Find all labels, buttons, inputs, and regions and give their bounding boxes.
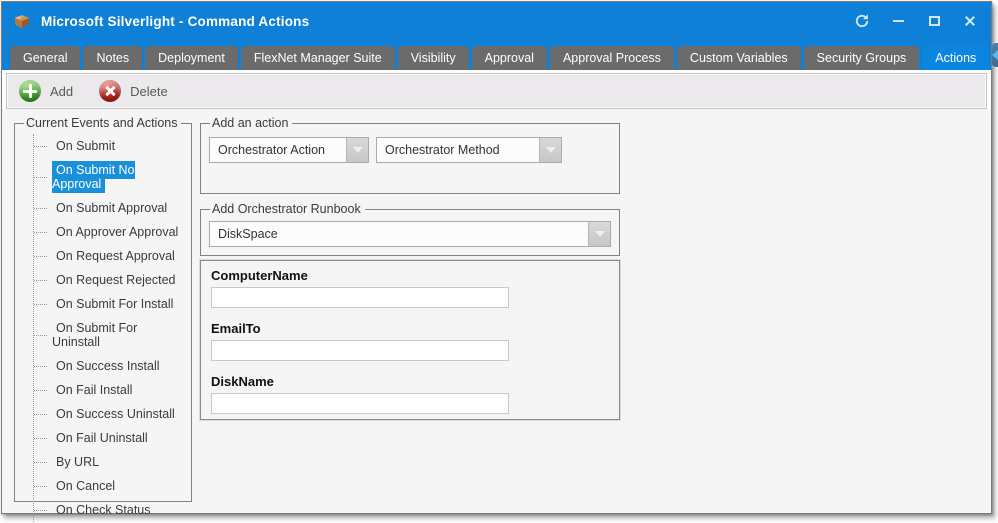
tab-visibility[interactable]: Visibility xyxy=(398,46,469,71)
runbook-dropdown[interactable]: DiskSpace xyxy=(209,221,611,247)
events-panel-title: Current Events and Actions xyxy=(24,116,181,130)
computername-input[interactable] xyxy=(211,287,509,308)
scroll-left-icon[interactable] xyxy=(992,50,998,60)
tree-item-on-check-status[interactable]: On Check Status xyxy=(34,498,183,522)
minimize-button[interactable] xyxy=(887,10,909,32)
tab-custom-variables[interactable]: Custom Variables xyxy=(677,46,801,71)
tree-item-on-submit-approval[interactable]: On Submit Approval xyxy=(34,196,183,220)
tree-item-on-request-approval[interactable]: On Request Approval xyxy=(34,244,183,268)
tree-item-on-submit-for-install[interactable]: On Submit For Install xyxy=(34,292,183,316)
toolbar-band: Add Delete xyxy=(2,70,991,109)
toolbar: Add Delete xyxy=(6,73,987,109)
diskname-label: DiskName xyxy=(211,374,609,389)
minimize-icon xyxy=(893,20,904,22)
tab-general[interactable]: General xyxy=(10,46,80,71)
tab-scroll-control xyxy=(992,43,998,67)
tab-flexnet-manager-suite[interactable]: FlexNet Manager Suite xyxy=(241,46,395,71)
action-config-column: Add an action Orchestrator Action Orches… xyxy=(200,116,620,420)
maximize-button[interactable] xyxy=(923,10,945,32)
runbook-value: DiskSpace xyxy=(210,227,588,241)
refresh-icon[interactable] xyxy=(851,10,873,32)
tree-item-by-url[interactable]: By URL xyxy=(34,450,183,474)
title-bar: Microsoft Silverlight - Command Actions xyxy=(2,2,991,40)
orchestrator-method-value: Orchestrator Method xyxy=(377,143,539,157)
delete-button[interactable]: Delete xyxy=(99,80,168,102)
tab-notes[interactable]: Notes xyxy=(83,46,142,71)
chevron-down-icon[interactable] xyxy=(346,138,368,162)
computername-field-group: ComputerName xyxy=(211,268,609,308)
tree-item-on-cancel[interactable]: On Cancel xyxy=(34,474,183,498)
chevron-down-icon[interactable] xyxy=(588,222,610,246)
runbook-panel-title: Add Orchestrator Runbook xyxy=(210,202,365,216)
chevron-down-icon[interactable] xyxy=(539,138,561,162)
add-button-label: Add xyxy=(50,84,73,99)
window-title: Microsoft Silverlight - Command Actions xyxy=(41,14,309,29)
delete-x-icon xyxy=(99,80,121,102)
computername-label: ComputerName xyxy=(211,268,609,283)
tree-item-on-fail-install[interactable]: On Fail Install xyxy=(34,378,183,402)
tree-item-on-request-rejected[interactable]: On Request Rejected xyxy=(34,268,183,292)
tree-item-on-success-uninstall[interactable]: On Success Uninstall xyxy=(34,402,183,426)
events-tree: On Submit On Submit No Approval On Submi… xyxy=(33,134,183,522)
delete-button-label: Delete xyxy=(130,84,168,99)
orchestrator-action-dropdown[interactable]: Orchestrator Action xyxy=(209,137,369,163)
runbook-parameters-panel: ComputerName EmailTo DiskName xyxy=(200,260,620,420)
main-content: Current Events and Actions On Submit On … xyxy=(2,109,991,513)
close-icon xyxy=(964,15,976,27)
emailto-field-group: EmailTo xyxy=(211,321,609,361)
orchestrator-method-dropdown[interactable]: Orchestrator Method xyxy=(376,137,562,163)
tab-deployment[interactable]: Deployment xyxy=(145,46,238,71)
tab-bar: General Notes Deployment FlexNet Manager… xyxy=(2,40,991,70)
tree-item-on-success-install[interactable]: On Success Install xyxy=(34,354,183,378)
tree-item-on-submit-for-uninstall[interactable]: On Submit For Uninstall xyxy=(34,316,183,354)
orchestrator-action-value: Orchestrator Action xyxy=(210,143,346,157)
tree-item-on-submit[interactable]: On Submit xyxy=(34,134,183,158)
tab-actions[interactable]: Actions xyxy=(922,46,989,71)
app-window: Microsoft Silverlight - Command Actions … xyxy=(1,1,992,514)
close-button[interactable] xyxy=(959,10,981,32)
tree-item-on-fail-uninstall[interactable]: On Fail Uninstall xyxy=(34,426,183,450)
add-plus-icon xyxy=(19,80,41,102)
maximize-icon xyxy=(929,16,940,26)
tab-approval-process[interactable]: Approval Process xyxy=(550,46,674,71)
emailto-label: EmailTo xyxy=(211,321,609,336)
tab-security-groups[interactable]: Security Groups xyxy=(804,46,920,71)
add-action-panel: Add an action Orchestrator Action Orches… xyxy=(200,116,620,194)
package-icon xyxy=(12,12,32,30)
runbook-panel: Add Orchestrator Runbook DiskSpace xyxy=(200,202,620,256)
window-controls xyxy=(851,10,981,32)
add-button[interactable]: Add xyxy=(19,80,73,102)
diskname-field-group: DiskName xyxy=(211,374,609,414)
action-combo-row: Orchestrator Action Orchestrator Method xyxy=(209,137,611,163)
events-panel: Current Events and Actions On Submit On … xyxy=(14,116,192,502)
tab-approval[interactable]: Approval xyxy=(472,46,547,71)
add-action-panel-title: Add an action xyxy=(210,116,292,130)
diskname-input[interactable] xyxy=(211,393,509,414)
tree-item-on-approver-approval[interactable]: On Approver Approval xyxy=(34,220,183,244)
tree-item-on-submit-no-approval[interactable]: On Submit No Approval xyxy=(34,158,183,196)
emailto-input[interactable] xyxy=(211,340,509,361)
